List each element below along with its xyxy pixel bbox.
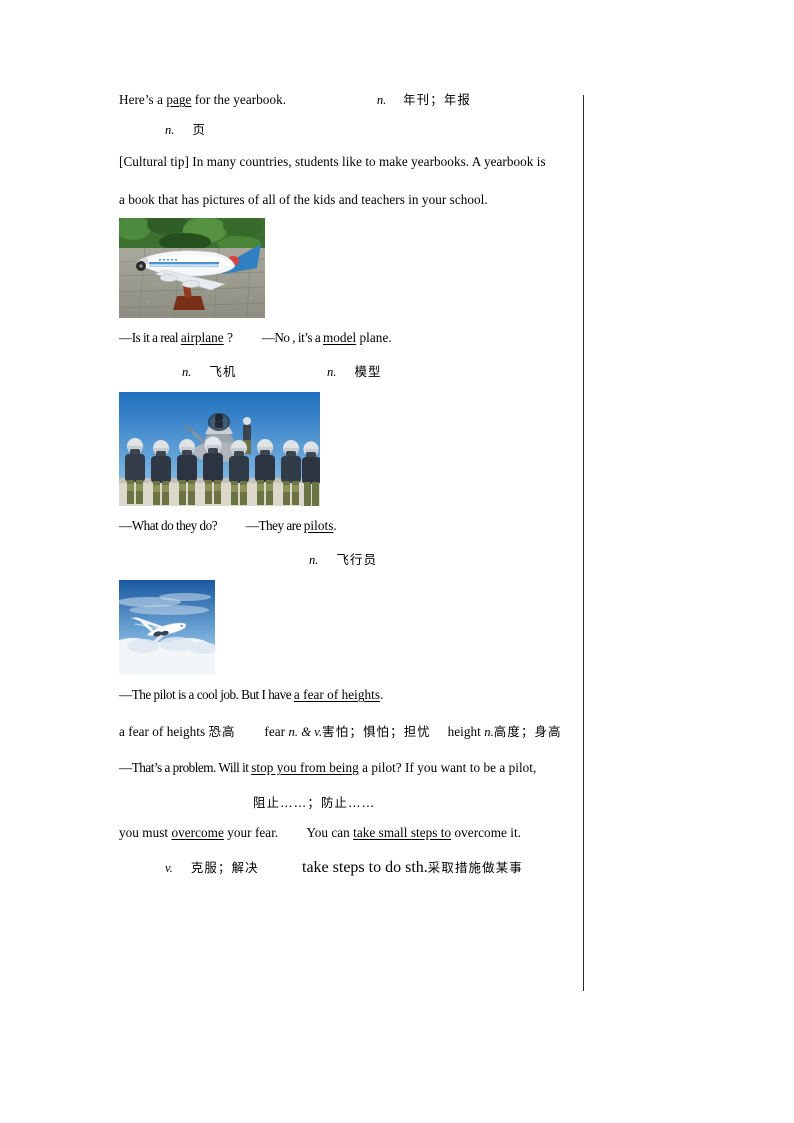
cultural-tip-line-2: a book that has pictures of all of the k… — [119, 192, 488, 207]
fear-sentence-before: —The pilot is a cool job. But I have — [119, 687, 294, 702]
dialog-pilots-answer-before: —They are — [245, 518, 304, 533]
gloss-row-airplane-model: n. 飞机 n. 模型 — [119, 362, 579, 379]
document-page: Here’s a page for the yearbook. n. 年刊；年报… — [0, 0, 794, 1123]
gloss-cn-yearbook: 年刊；年报 — [403, 92, 472, 107]
gloss-cn-pilots: 飞行员 — [336, 552, 378, 567]
stop-sentence-before: —That’s a problem. Will it — [119, 760, 252, 775]
take-steps-before: You can — [306, 825, 354, 840]
gloss-pos-page: n. — [165, 123, 175, 137]
vocab-fear-pos: n. & v. — [288, 725, 323, 739]
gloss-row-pilots: n. 飞行员 — [119, 550, 579, 567]
keyword-take-small-steps-to: take small steps to — [353, 825, 452, 840]
vocab-fear-en: fear — [264, 724, 289, 739]
keyword-model: model — [322, 330, 357, 345]
sentence-yearbook-after: for the yearbook. — [191, 92, 287, 107]
fear-sentence-after: . — [380, 687, 384, 702]
stop-sentence-after: a pilot? If you want to be a pilot, — [358, 760, 537, 775]
keyword-stop-from-being: stop you from being — [251, 760, 359, 775]
vocab-fear-of-heights-en: a fear of heights — [119, 724, 209, 739]
gloss-cn-airplane: 飞机 — [209, 364, 237, 379]
vocab-fear-cn: 害怕；惧怕；担忧 — [322, 724, 431, 739]
dialog-airplane-after: ? — [223, 330, 233, 345]
gloss-cn-stop-from: 阻止……；防止…… — [253, 795, 376, 810]
dialog-overcome: you must overcome your fear. You can tak… — [119, 825, 579, 841]
gloss-row-page: n. 页 — [119, 120, 579, 137]
overcome-before: you must — [119, 825, 172, 840]
dialog-pilots-question: —What do they do? — [119, 518, 218, 533]
overcome-after: your fear. — [223, 825, 279, 840]
keyword-airplane: airplane — [180, 330, 224, 345]
gloss-cn-overcome: 克服；解决 — [190, 860, 259, 875]
gloss-en-take-steps: take steps to do sth. — [302, 859, 428, 876]
keyword-overcome: overcome — [171, 825, 224, 840]
gloss-pos-airplane: n. — [182, 365, 192, 379]
figure-pilots-group — [119, 392, 320, 506]
gloss-row-stop-from: 阻止……；防止…… — [119, 793, 579, 810]
vocab-fear-of-heights-cn: 恐高 — [208, 724, 236, 739]
gloss-pos-overcome: v. — [165, 861, 173, 875]
figure-jet-in-sky — [119, 580, 215, 675]
keyword-pilots: pilots — [303, 518, 334, 533]
take-steps-after: overcome it. — [451, 825, 522, 840]
vocab-height-en: height — [447, 724, 485, 739]
cultural-tip-line-1: [Cultural tip] In many countries, studen… — [119, 154, 546, 169]
sentence-yearbook: Here’s a page for the yearbook. n. 年刊；年报 — [119, 92, 579, 108]
figure-model-airplane — [119, 218, 265, 318]
dialog-pilots: —What do they do? —They are pilots. — [119, 518, 579, 534]
vocab-line-fear-height: a fear of heights 恐高 fear n. & v.害怕；惧怕；担… — [119, 724, 579, 740]
vocab-height-cn: 高度；身高 — [493, 724, 562, 739]
dialog-airplane-before: —Is it a real — [119, 330, 181, 345]
page-content: Here’s a page for the yearbook. n. 年刊；年报… — [119, 92, 579, 890]
keyword-page: page — [166, 92, 192, 107]
gloss-pos-yearbook: n. — [376, 93, 387, 107]
gloss-cn-take-steps: 采取措施做某事 — [427, 860, 523, 875]
dialog-fear-of-heights: —The pilot is a cool job. But I have a f… — [119, 687, 579, 703]
vocab-height-pos: n. — [484, 725, 494, 739]
right-margin-rule — [583, 95, 584, 991]
dialog-stop-you-from-being: —That’s a problem. Will it stop you from… — [119, 760, 579, 776]
sentence-yearbook-before: Here’s a — [119, 92, 167, 107]
gloss-row-overcome-steps: v. 克服；解决 take steps to do sth.采取措施做某事 — [119, 858, 579, 876]
keyword-fear-of-heights: a fear of heights — [293, 687, 381, 702]
gloss-cn-model: 模型 — [354, 364, 382, 379]
dialog-airplane-model: —Is it a real airplane ? —No , it’s a mo… — [119, 330, 579, 346]
dialog-model-before: —No , it’s a — [261, 330, 323, 345]
gloss-pos-model: n. — [327, 365, 337, 379]
gloss-cn-page: 页 — [192, 122, 207, 137]
gloss-pos-pilots: n. — [309, 553, 319, 567]
dialog-pilots-answer-after: . — [333, 518, 337, 533]
dialog-model-after: plane. — [356, 330, 392, 345]
